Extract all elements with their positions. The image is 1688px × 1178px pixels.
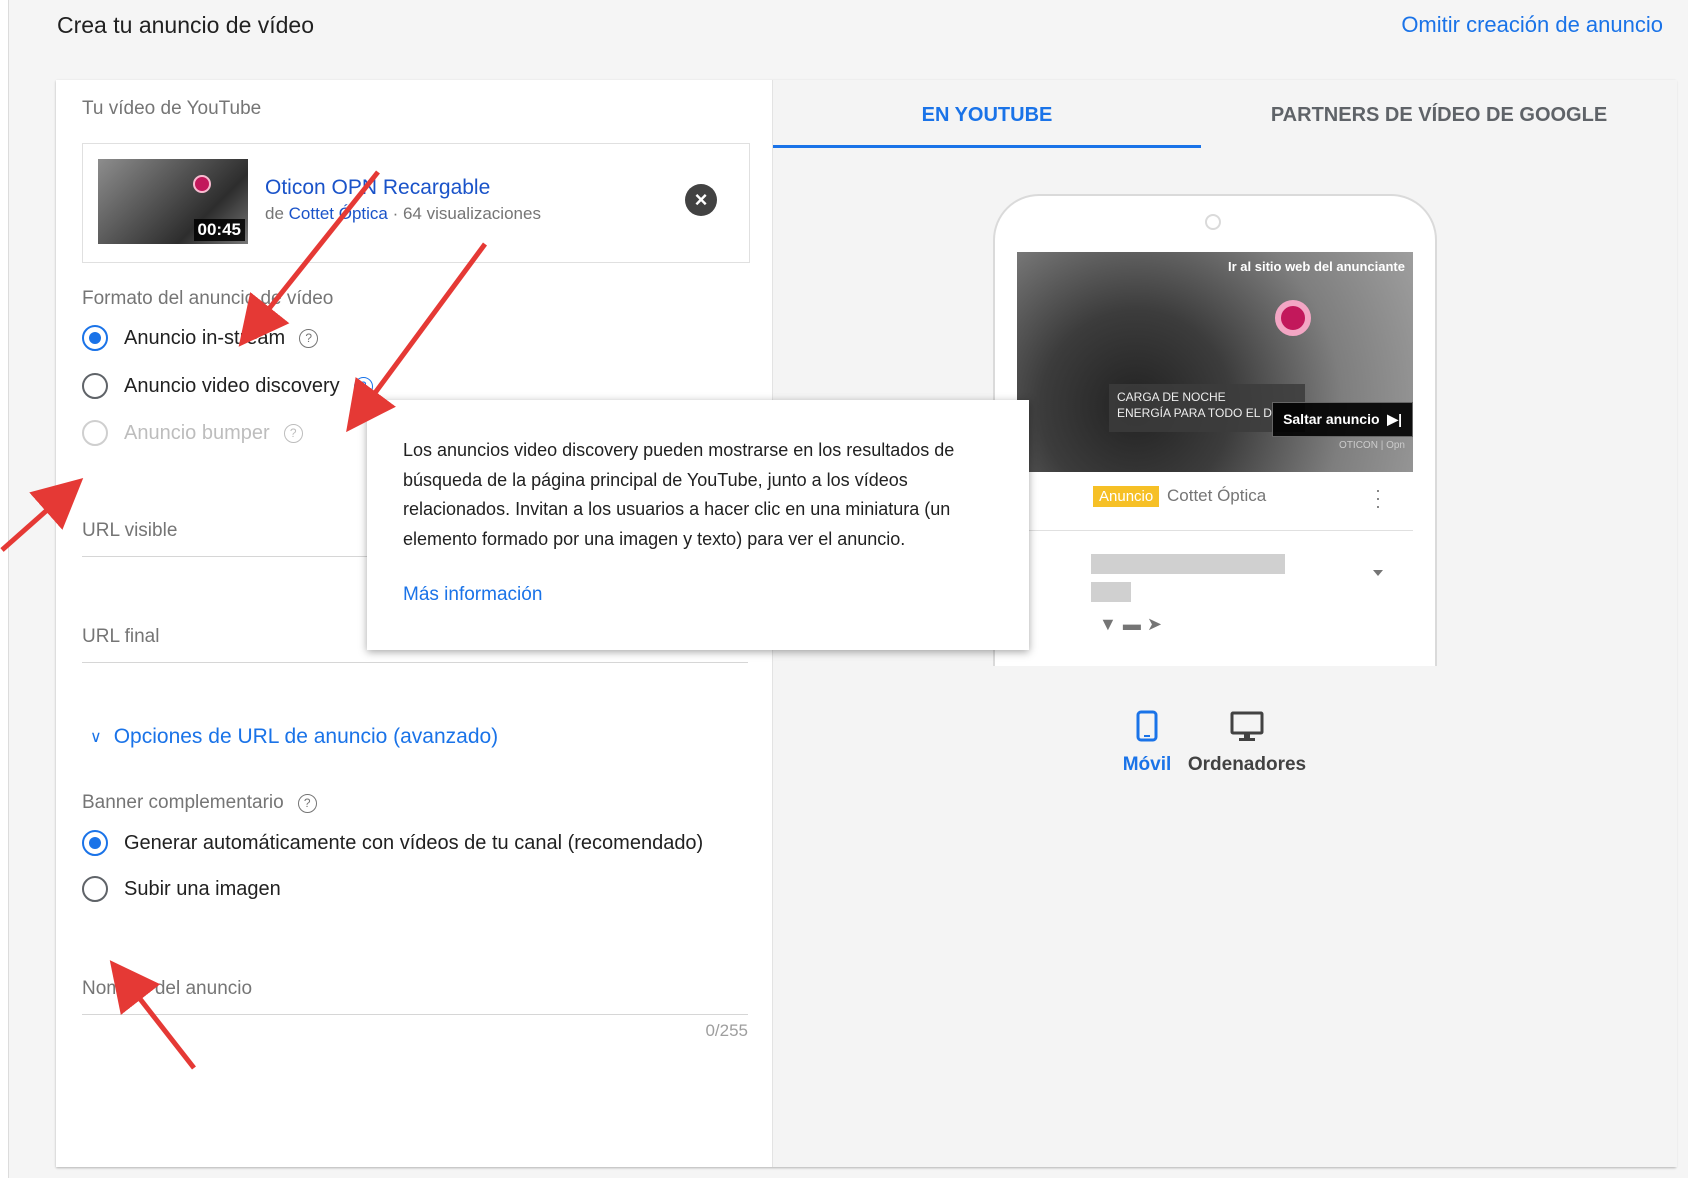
skip-next-icon: ▶| — [1383, 411, 1402, 427]
final-url-input[interactable] — [82, 662, 748, 663]
smartphone-icon — [1136, 710, 1158, 742]
ad-name-label: Nombre del anuncio — [82, 978, 253, 999]
format-label: Formato del anuncio de vídeo — [82, 288, 334, 309]
video-thumbnail[interactable]: 00:45 — [98, 159, 248, 244]
device-desktop-button[interactable]: Ordenadores — [1187, 710, 1307, 776]
more-vert-icon[interactable]: · · · — [1375, 481, 1381, 515]
tab-partners-google[interactable]: PARTNERS DE VÍDEO DE GOOGLE — [1201, 80, 1677, 150]
device-mobile-button[interactable]: Móvil — [1107, 710, 1187, 776]
skip-ad-button[interactable]: Saltar anuncio ▶| — [1272, 402, 1413, 437]
device-desktop-label: Ordenadores — [1187, 754, 1307, 775]
help-icon[interactable]: ? — [297, 793, 317, 813]
advanced-url-options-label: Opciones de URL de anuncio (avanzado) — [113, 725, 499, 748]
desktop-icon — [1230, 711, 1264, 741]
visible-url-label: URL visible — [82, 520, 178, 541]
tab-en-youtube[interactable]: EN YOUTUBE — [773, 80, 1201, 150]
video-by-label: de — [265, 204, 284, 223]
banner-option-label: Subir una imagen — [124, 877, 281, 900]
format-option-label: Anuncio in-stream — [124, 326, 286, 349]
video-views: · 64 visualizaciones — [387, 204, 541, 223]
video-title-link[interactable]: Oticon OPN Recargable — [265, 176, 490, 200]
page-frame: Crea tu anuncio de vídeo Omitir creación… — [8, 0, 1688, 1178]
tooltip-text: Los anuncios video discovery pueden most… — [403, 440, 955, 549]
placeholder-title-bar — [1091, 554, 1285, 574]
format-option-bumper: Anuncio bumper ? — [82, 416, 303, 450]
brand-logo-icon — [1275, 300, 1311, 336]
device-mobile-label: Móvil — [1122, 754, 1172, 775]
video-channel-link[interactable]: Cottet Óptica — [289, 204, 388, 223]
preview-info-row: Anuncio Cottet Óptica · · · — [1017, 472, 1413, 531]
more-info-link[interactable]: Más información — [403, 584, 542, 606]
format-option-discovery[interactable]: Anuncio video discovery ? — [82, 369, 373, 403]
banner-label-row: Banner complementario ? — [82, 792, 317, 814]
advertiser-name: Cottet Óptica — [1167, 486, 1267, 505]
expand-caret-icon — [1373, 570, 1383, 576]
brand-logo-icon — [193, 175, 211, 193]
radio-button[interactable] — [82, 830, 108, 856]
help-icon[interactable]: ? — [353, 376, 373, 396]
radio-button[interactable] — [82, 876, 108, 902]
placeholder-action-icons: ▼▬➤ — [1099, 614, 1168, 634]
chevron-down-icon: ∨ — [90, 729, 102, 746]
banner-label: Banner complementario — [82, 792, 284, 813]
radio-button[interactable] — [82, 325, 108, 351]
radio-button — [82, 420, 108, 446]
banner-option-upload[interactable]: Subir una imagen — [82, 872, 281, 906]
help-icon[interactable]: ? — [299, 328, 319, 348]
format-option-instream[interactable]: Anuncio in-stream ? — [82, 321, 319, 355]
ad-name-input[interactable] — [82, 1014, 748, 1015]
advanced-url-options-toggle[interactable]: ∨ Opciones de URL de anuncio (avanzado) — [90, 725, 498, 749]
banner-option-auto[interactable]: Generar automáticamente con vídeos de tu… — [82, 826, 703, 860]
placeholder-subtitle-bar — [1091, 582, 1131, 602]
banner-option-label: Generar automáticamente con vídeos de tu… — [124, 831, 704, 854]
page-title: Crea tu anuncio de vídeo — [57, 12, 315, 38]
brand-watermark: OTICON | Opn — [1339, 440, 1405, 451]
format-option-label: Anuncio bumper — [124, 421, 270, 444]
video-meta: de Cottet Óptica · 64 visualizaciones — [265, 204, 541, 224]
visit-advertiser-link[interactable]: Ir al sitio web del anunciante — [1228, 259, 1405, 274]
video-section-label: Tu vídeo de YouTube — [82, 98, 262, 119]
remove-video-close-icon[interactable]: × — [685, 184, 717, 216]
final-url-label: URL final — [82, 626, 160, 647]
discovery-help-tooltip: Los anuncios video discovery pueden most… — [367, 400, 1029, 650]
skip-ad-label: Saltar anuncio — [1283, 411, 1380, 427]
phone-camera-icon — [1205, 214, 1221, 230]
active-tab-indicator — [773, 145, 1201, 148]
skip-ad-creation-link[interactable]: Omitir creación de anuncio — [1401, 12, 1663, 38]
format-option-label: Anuncio video discovery — [124, 374, 340, 397]
caption-line: CARGA DE NOCHE — [1117, 390, 1226, 404]
preview-video: Ir al sitio web del anunciante CARGA DE … — [1017, 252, 1413, 472]
ad-name-counter: 0/255 — [705, 1021, 748, 1040]
selected-video-card: 00:45 Oticon OPN Recargable de Cottet Óp… — [82, 143, 750, 263]
radio-button[interactable] — [82, 373, 108, 399]
help-icon: ? — [283, 423, 303, 443]
caption-line: ENERGÍA PARA TODO EL D — [1117, 406, 1272, 420]
video-duration: 00:45 — [193, 219, 245, 241]
ad-badge: Anuncio — [1093, 486, 1160, 507]
mobile-preview: Ir al sitio web del anunciante CARGA DE … — [993, 194, 1437, 666]
